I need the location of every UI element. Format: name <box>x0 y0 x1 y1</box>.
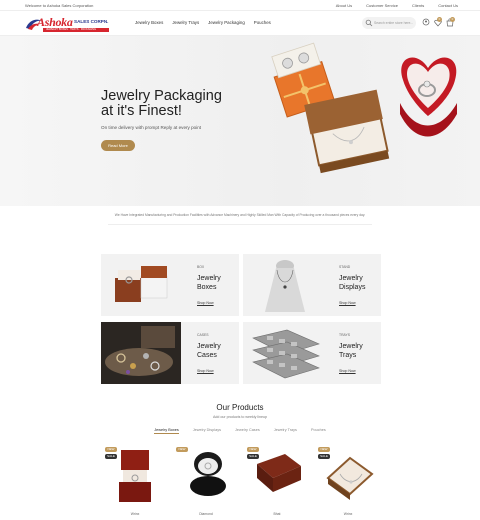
category-card-boxes[interactable]: BOX Jewelry Boxes Shop Now <box>101 254 239 316</box>
product-image <box>190 452 226 496</box>
search-placeholder: Search entire store here... <box>374 20 414 25</box>
shop-now-link[interactable]: Shop Now <box>339 369 356 373</box>
main-nav: Jewelry Boxes Jewelry Trays Jewelry Pack… <box>135 20 271 25</box>
category-title: Jewelry Boxes <box>197 275 221 291</box>
new-badge: NEW <box>176 447 188 452</box>
product-card[interactable]: NEW SALE Wrinx <box>103 444 167 520</box>
category-title: Jewelry Cases <box>197 343 221 359</box>
hero-product-image <box>271 42 457 174</box>
logo-tag: SALES CORPN. <box>74 19 109 24</box>
brand-logo[interactable]: Ashoka SALES CORPN. JEWELRY BOXES · TRAY… <box>25 15 111 33</box>
new-badge: NEW <box>318 447 330 452</box>
clients-link[interactable]: Clients <box>412 3 424 8</box>
product-name[interactable]: Wrinx <box>103 512 167 516</box>
jewelry-box-image <box>115 266 168 302</box>
hero-banner: Jewelry Packaging at it's Finest! On tim… <box>0 36 480 206</box>
jewelry-tray-image <box>252 329 320 379</box>
top-bar: Welcome to Ashoka Sales Corporation Abou… <box>0 0 480 11</box>
category-card-cases[interactable]: CASES Jewelry Cases Shop Now <box>101 322 239 384</box>
category-card-trays[interactable]: TRAYS Jewelry Trays Shop Now <box>243 322 381 384</box>
category-tag: BOX <box>197 265 205 269</box>
jewelry-case-image <box>101 322 181 384</box>
contact-us-link[interactable]: Contact Us <box>438 3 458 8</box>
read-more-button[interactable]: Read More <box>101 140 135 151</box>
category-title: Jewelry Trays <box>339 343 363 359</box>
hero-subtitle: On time delivery with prompt Reply at ev… <box>101 125 202 130</box>
customer-service-link[interactable]: Customer Service <box>366 3 398 8</box>
logo-subline: JEWELRY BOXES · TRAYS · PACKAGING <box>43 28 109 32</box>
tab-jewelry-trays[interactable]: Jewelry Trays <box>274 428 297 434</box>
new-badge: NEW <box>247 447 259 452</box>
new-badge: NEW <box>105 447 117 452</box>
user-icon[interactable] <box>422 18 430 28</box>
cart-count-badge: 0 <box>450 17 455 22</box>
tab-jewelry-cases[interactable]: Jewelry Cases <box>235 428 260 434</box>
site-header: Ashoka SALES CORPN. JEWELRY BOXES · TRAY… <box>0 11 480 36</box>
product-card[interactable]: NEW SALE Bhat <box>245 444 309 520</box>
product-name[interactable]: Bhat <box>245 512 309 516</box>
tab-jewelry-displays[interactable]: Jewelry Displays <box>193 428 221 434</box>
category-tag: STAND <box>339 265 351 269</box>
nav-pouches[interactable]: Pouches <box>254 20 271 25</box>
about-us-link[interactable]: About Us <box>336 3 352 8</box>
jewelry-display-image <box>265 260 305 312</box>
sale-badge: SALE <box>105 454 117 459</box>
products-title: Our Products <box>216 403 264 412</box>
hero-title: Jewelry Packaging at it's Finest! <box>101 88 222 119</box>
product-card[interactable]: NEW SALE Wrinx <box>316 444 380 520</box>
category-tag: CASES <box>197 333 209 337</box>
products-subtitle: Add our products to weekly lineup <box>213 415 267 419</box>
top-links: About Us Customer Service Clients Contac… <box>336 3 458 8</box>
intro-divider <box>108 224 372 225</box>
nav-jewelry-boxes[interactable]: Jewelry Boxes <box>135 20 163 25</box>
search-icon <box>365 19 373 27</box>
product-tabs: Jewelry Boxes Jewelry Displays Jewelry C… <box>0 428 480 434</box>
product-name[interactable]: Diamond <box>174 512 238 516</box>
category-tag: TRAYS <box>339 333 351 337</box>
welcome-text: Welcome to Ashoka Sales Corporation <box>25 3 94 8</box>
shop-now-link[interactable]: Shop Now <box>197 369 214 373</box>
tab-jewelry-boxes[interactable]: Jewelry Boxes <box>154 428 179 434</box>
product-name[interactable]: Wrinx <box>316 512 380 516</box>
sale-badge: SALE <box>247 454 259 459</box>
search-input[interactable]: Search entire store here... <box>362 17 416 29</box>
nav-jewelry-packaging[interactable]: Jewelry Packaging <box>208 20 245 25</box>
category-card-displays[interactable]: STAND Jewelry Displays Shop Now <box>243 254 381 316</box>
sale-badge: SALE <box>318 454 330 459</box>
wishlist-count-badge: 0 <box>437 17 442 22</box>
tab-pouches[interactable]: Pouches <box>311 428 326 434</box>
shop-now-link[interactable]: Shop Now <box>197 301 214 305</box>
product-card[interactable]: NEW Diamond <box>174 444 238 520</box>
shop-now-link[interactable]: Shop Now <box>339 301 356 305</box>
nav-jewelry-trays[interactable]: Jewelry Trays <box>172 20 199 25</box>
category-title: Jewelry Displays <box>339 275 366 291</box>
intro-text: We Have Integrated Manufacturing and Pro… <box>114 213 366 217</box>
